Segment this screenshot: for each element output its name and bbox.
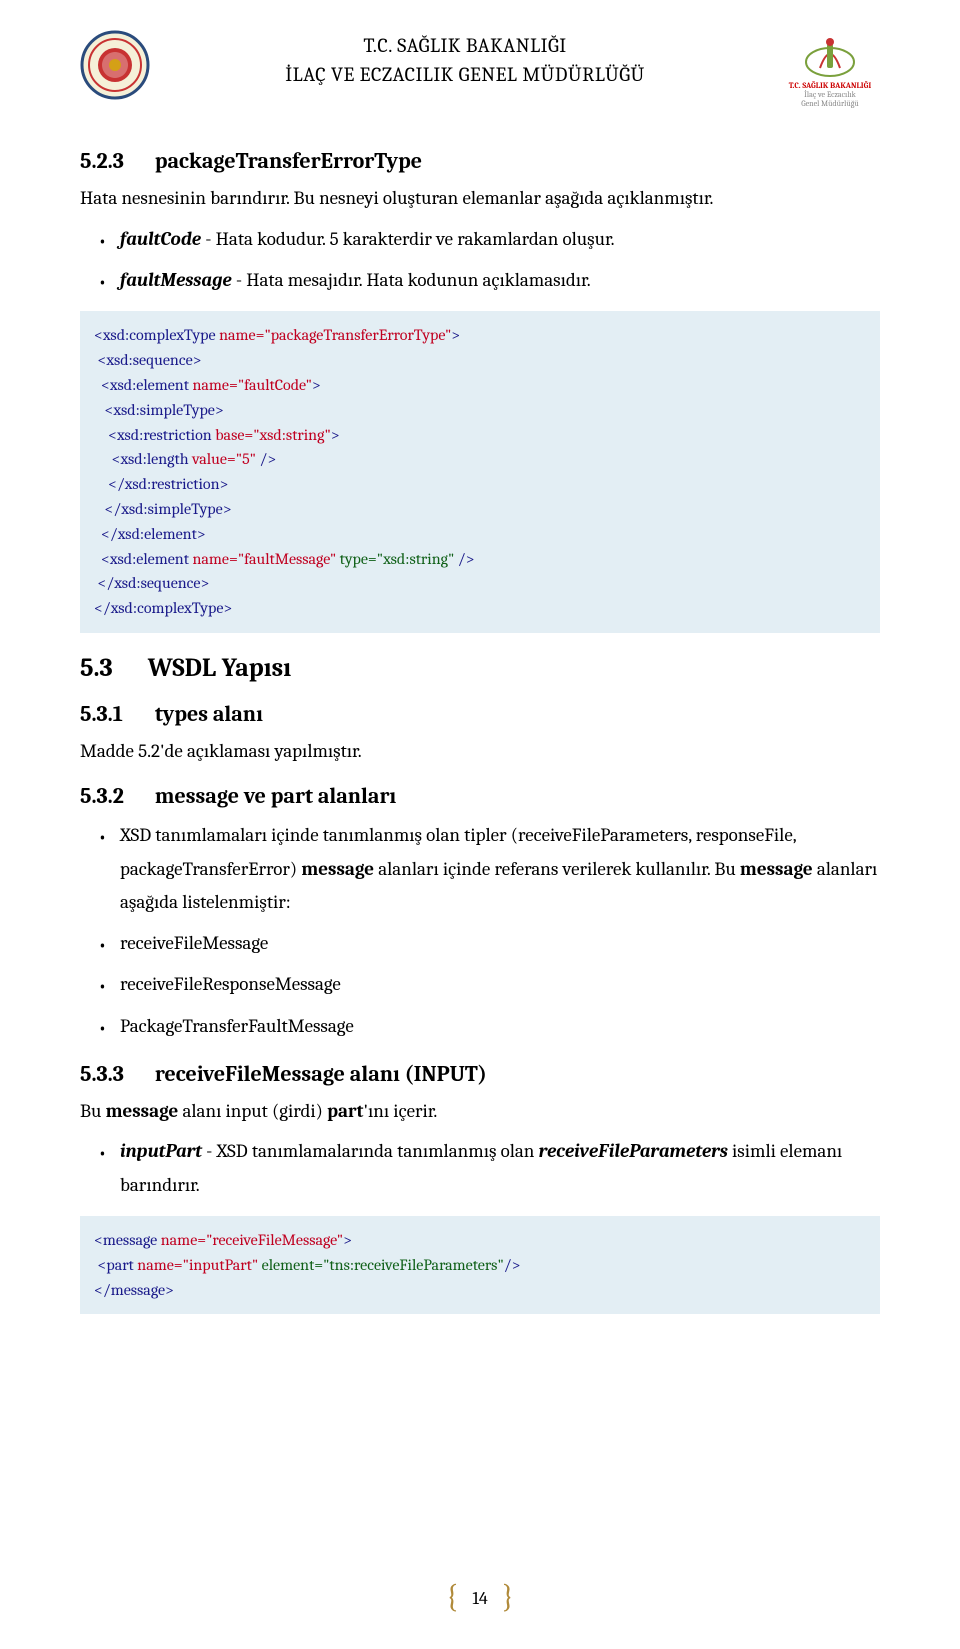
bullet-faultmessage: faultMessage - Hata mesajıdır. Hata kodu… [120,264,880,297]
pharmacy-directorate-logo: T.C. SAĞLIK BAKANLIĞI İlaç ve Eczacılık … [780,30,880,108]
header-line-1: T.C. SAĞLIK BAKANLIĞI [150,34,780,57]
bullet-receiveFileMessage: receiveFileMessage [120,927,880,960]
bullet-PackageTransferFaultMessage: PackageTransferFaultMessage [120,1010,880,1043]
list-5-2-3: faultCode - Hata kodudur. 5 karakterdir … [80,223,880,298]
bullet-xsd-types: XSD tanımlamaları içinde tanımlanmış ola… [120,819,880,919]
logo-caption: T.C. SAĞLIK BAKANLIĞI İlaç ve Eczacılık … [780,82,880,108]
list-5-3-2: XSD tanımlamaları içinde tanımlanmış ola… [80,819,880,1043]
heading-5-3-1: 5.3.1 types alanı [80,701,880,727]
bracket-right-icon: } [494,1578,522,1615]
bullet-faultcode: faultCode - Hata kodudur. 5 karakterdir … [120,223,880,256]
ministry-seal-icon [80,30,150,100]
heading-5-3-3: 5.3.3 receiveFileMessage alanı (INPUT) [80,1061,880,1087]
heading-5-3-2: 5.3.2 message ve part alanları [80,783,880,809]
document-page: T.C. SAĞLIK BAKANLIĞI İLAÇ VE ECZACILIK … [0,0,960,1649]
para-5-2-3-intro: Hata nesnesinin barındırır. Bu nesneyi o… [80,184,880,213]
para-5-3-3: Bu message alanı input (girdi) part'ını … [80,1097,880,1126]
header-line-2: İLAÇ VE ECZACILIK GENEL MÜDÜRLÜĞÜ [150,63,780,86]
page-footer: { 14 } [0,1580,960,1617]
page-number-bracket: { 14 } [438,1580,522,1617]
heading-5-3: 5.3 WSDL Yapısı [80,653,880,683]
page-number: 14 [466,1588,493,1609]
bracket-left-icon: { [438,1578,466,1615]
list-5-3-3: inputPart - XSD tanımlamalarında tanımla… [80,1135,880,1202]
heading-5-2-3: 5.2.3 packageTransferErrorType [80,148,880,174]
para-5-3-1: Madde 5.2'de açıklaması yapılmıştır. [80,737,880,766]
bullet-inputPart: inputPart - XSD tanımlamalarında tanımla… [120,1135,880,1202]
page-header: T.C. SAĞLIK BAKANLIĞI İLAÇ VE ECZACILIK … [80,30,880,108]
code-block-receiveFileMessage: <message name="receiveFileMessage"> <par… [80,1216,880,1314]
code-block-packageTransferErrorType: <xsd:complexType name="packageTransferEr… [80,311,880,633]
bullet-receiveFileResponseMessage: receiveFileResponseMessage [120,968,880,1001]
header-title-block: T.C. SAĞLIK BAKANLIĞI İLAÇ VE ECZACILIK … [150,30,780,86]
